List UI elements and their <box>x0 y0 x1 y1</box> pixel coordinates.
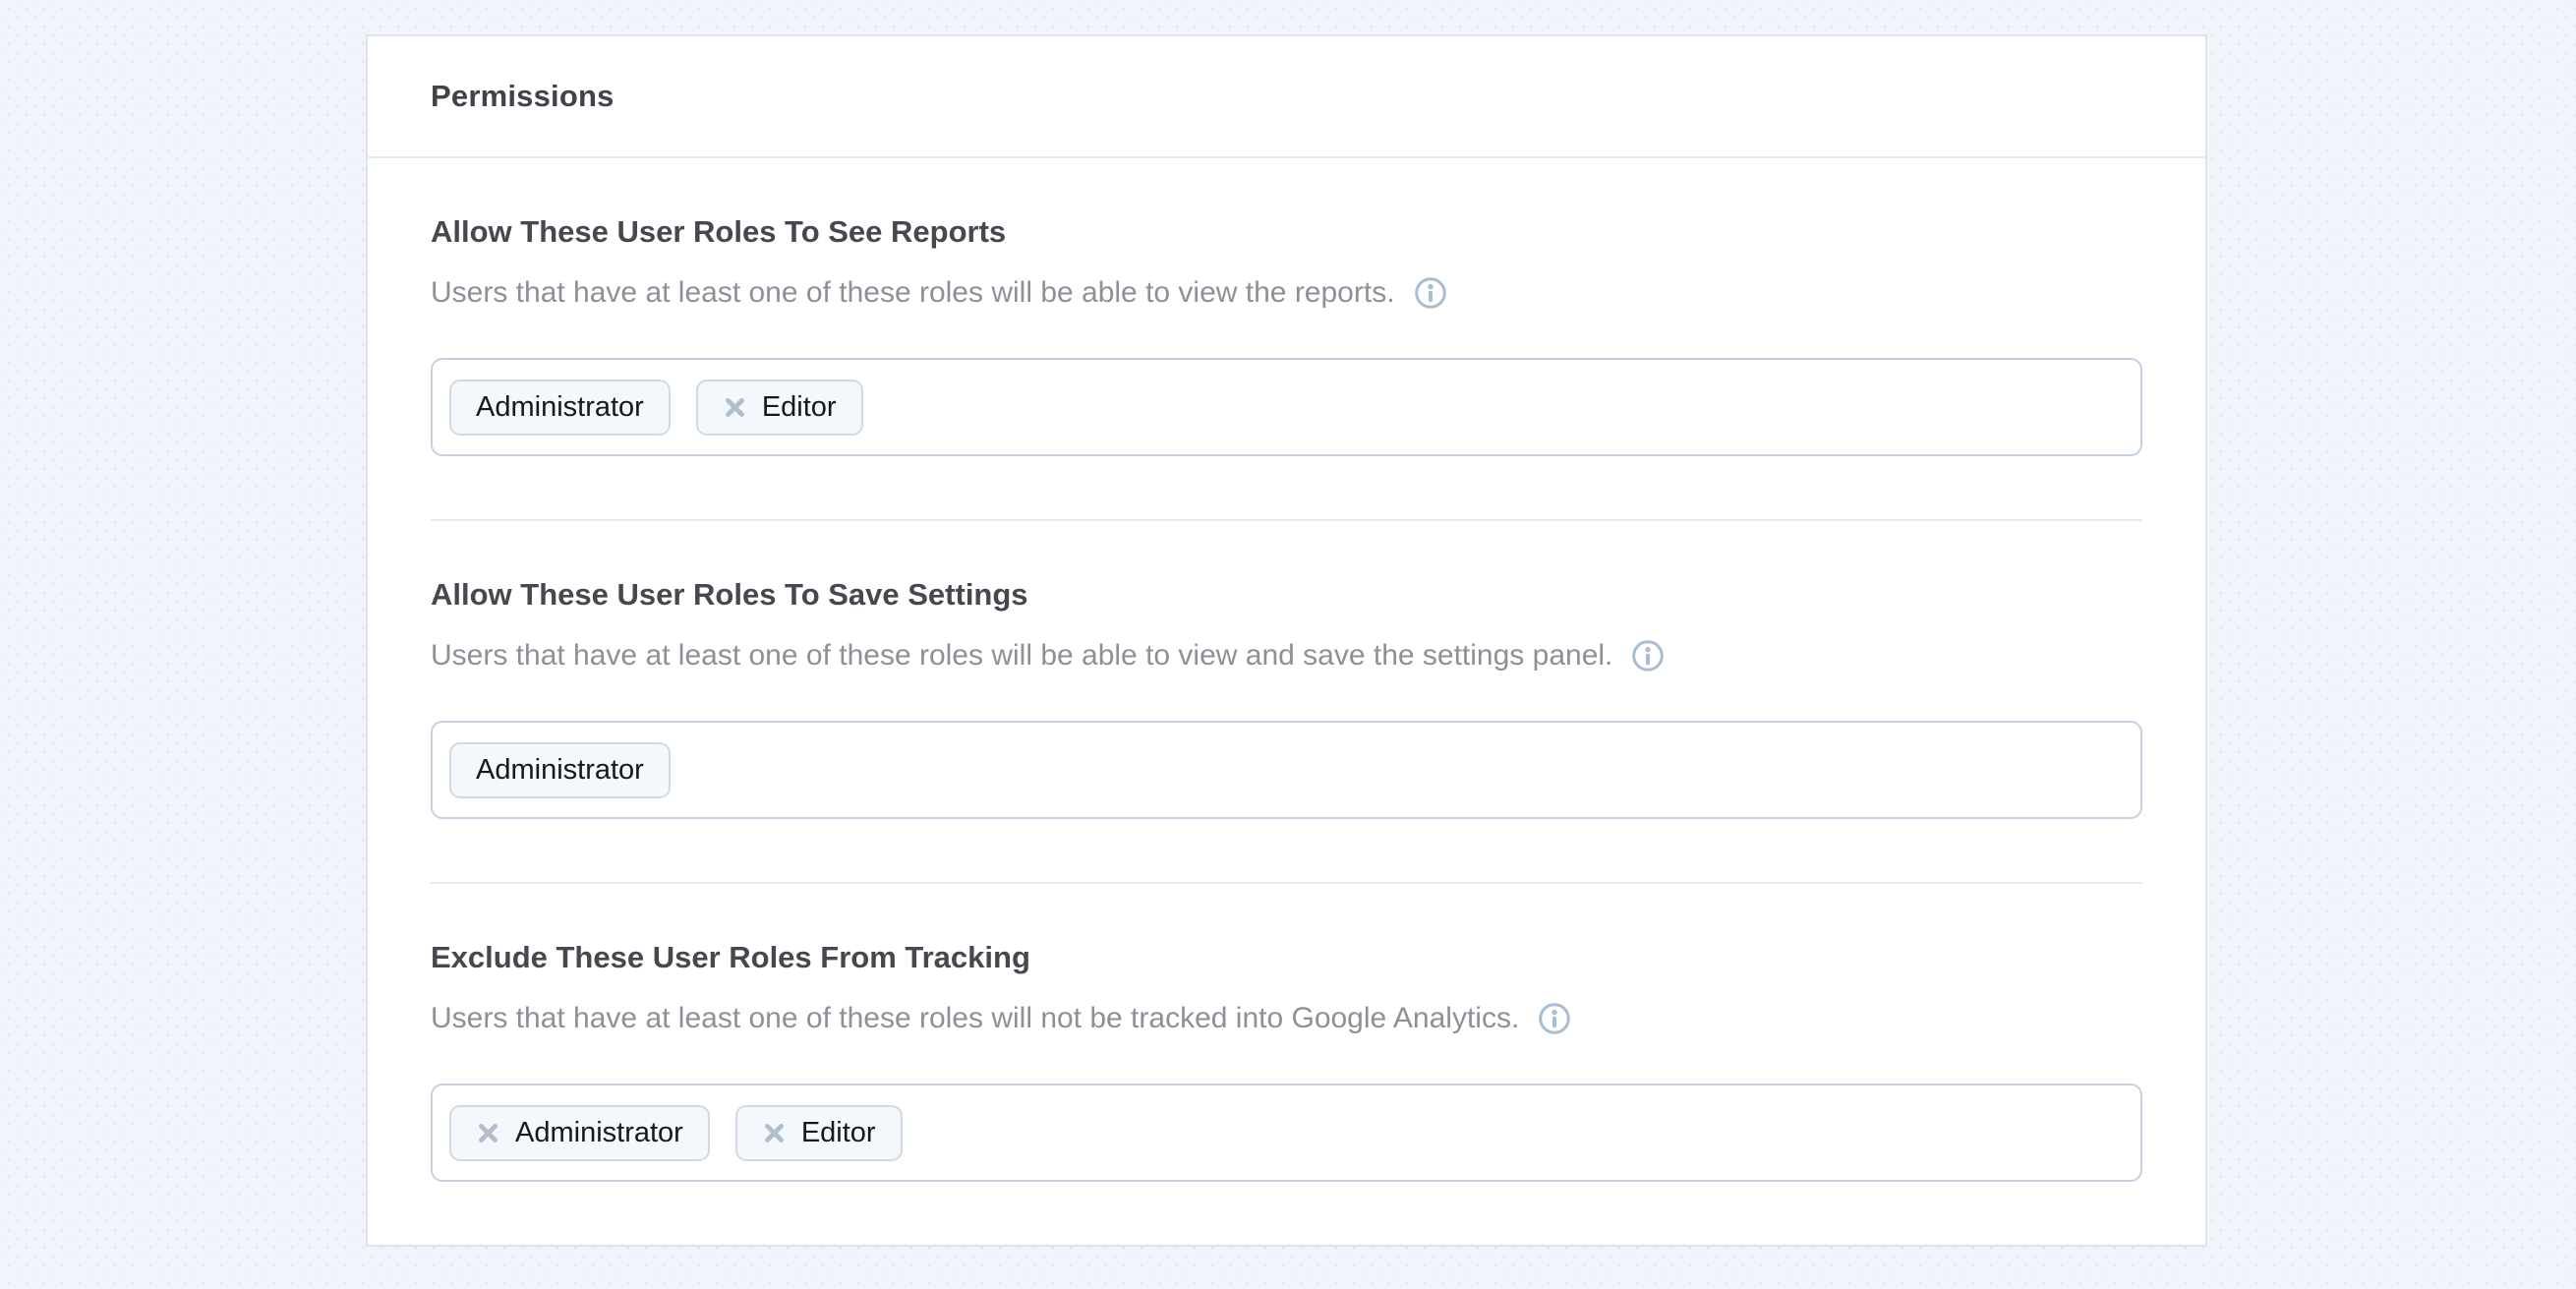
role-tag-label: Administrator <box>476 754 644 787</box>
permissions-panel: Permissions Allow These User Roles To Se… <box>366 34 2207 1247</box>
panel-title: Permissions <box>431 79 615 114</box>
section-heading: Exclude These User Roles From Tracking <box>431 940 2142 975</box>
panel-header: Permissions <box>368 36 2205 158</box>
info-icon[interactable] <box>1538 1002 1571 1035</box>
role-select-field[interactable]: Administrator Editor <box>431 358 2142 456</box>
section-description: Users that have at least one of these ro… <box>431 275 1395 311</box>
remove-tag-icon[interactable] <box>762 1121 787 1145</box>
role-tag[interactable]: Administrator <box>449 380 671 436</box>
role-tag[interactable]: Editor <box>696 380 863 436</box>
info-icon[interactable] <box>1414 276 1447 310</box>
section-heading: Allow These User Roles To Save Settings <box>431 577 2142 613</box>
remove-tag-icon[interactable] <box>723 395 747 420</box>
permission-section: Exclude These User Roles From Tracking U… <box>431 884 2142 1245</box>
role-tag-label: Administrator <box>476 391 644 424</box>
role-select-field[interactable]: Administrator <box>431 721 2142 819</box>
role-tag-label: Editor <box>762 391 837 424</box>
permission-section: Allow These User Roles To Save Settings … <box>431 521 2142 884</box>
section-description: Users that have at least one of these ro… <box>431 638 1612 674</box>
role-tag[interactable]: Administrator <box>449 742 671 798</box>
permission-section: Allow These User Roles To See Reports Us… <box>431 158 2142 521</box>
role-select-field[interactable]: Administrator Editor <box>431 1084 2142 1182</box>
section-heading: Allow These User Roles To See Reports <box>431 214 2142 250</box>
section-description: Users that have at least one of these ro… <box>431 1001 1519 1036</box>
role-tag-label: Editor <box>801 1117 876 1149</box>
role-tag[interactable]: Editor <box>735 1105 903 1161</box>
panel-body: Allow These User Roles To See Reports Us… <box>368 158 2205 1245</box>
remove-tag-icon[interactable] <box>476 1121 500 1145</box>
info-icon[interactable] <box>1631 639 1665 673</box>
settings-page: Permissions Allow These User Roles To Se… <box>0 0 2576 1289</box>
role-tag[interactable]: Administrator <box>449 1105 710 1161</box>
role-tag-label: Administrator <box>515 1117 683 1149</box>
